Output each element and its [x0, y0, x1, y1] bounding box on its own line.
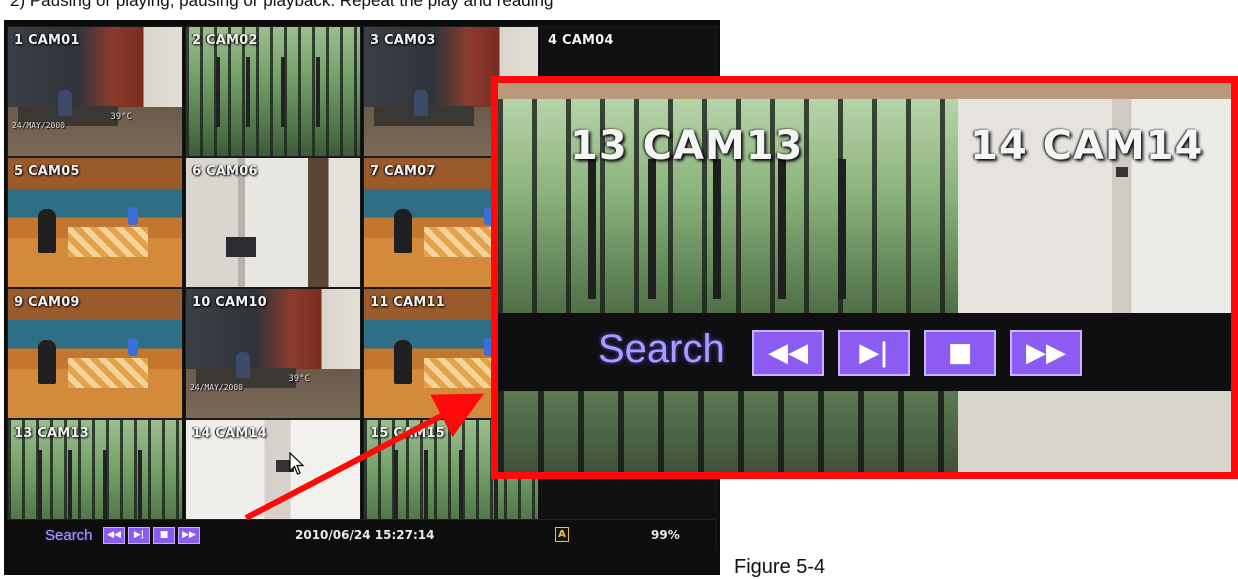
camera-label: 14 CAM14 [192, 426, 267, 441]
camera-date-stamp: 24/MAY/2000 [12, 121, 65, 130]
camera-label: 4 CAM04 [548, 33, 614, 48]
camera-tile[interactable]: 10 CAM10 39°C 24/MAY/2000 [185, 288, 361, 419]
camera-temperature: 39°C [110, 112, 132, 122]
zoom-camera-row: 13 CAM13 14 CAM14 [498, 83, 1231, 313]
camera-tile[interactable]: 5 CAM05 [7, 157, 183, 288]
zoom-search-label: Search [598, 327, 725, 371]
zoom-callout: 13 CAM13 14 CAM14 Search ◀◀ ▶| ■ ▶▶ [491, 76, 1238, 479]
camera-label: 2 CAM02 [192, 33, 258, 48]
datetime-display: 2010/06/24 15:27:14 [295, 528, 435, 542]
stop-button[interactable]: ■ [153, 527, 175, 544]
camera-label: 9 CAM09 [14, 295, 80, 310]
fast-forward-button[interactable]: ▶▶ [178, 527, 200, 544]
zoom-rewind-button[interactable]: ◀◀ [752, 330, 824, 376]
camera-tile[interactable]: 6 CAM06 [185, 157, 361, 288]
camera-label: 5 CAM05 [14, 164, 80, 179]
step-forward-button[interactable]: ▶| [128, 527, 150, 544]
zoom-cam13-label: 13 CAM13 [570, 123, 804, 169]
camera-label: 13 CAM13 [14, 426, 89, 441]
camera-label: 3 CAM03 [370, 33, 436, 48]
status-bar: Search ◀◀ ▶| ■ ▶▶ 2010/06/24 15:27:14 A … [7, 519, 715, 552]
camera-tile[interactable]: 1 CAM01 39°C 24/MAY/2000 [7, 26, 183, 157]
mouse-cursor-icon [289, 452, 305, 475]
camera-tile[interactable]: 9 CAM09 [7, 288, 183, 419]
rewind-button[interactable]: ◀◀ [103, 527, 125, 544]
camera-label: 11 CAM11 [370, 295, 445, 310]
zoom-stop-button[interactable]: ■ [924, 330, 996, 376]
camera-label: 6 CAM06 [192, 164, 258, 179]
search-label: Search [45, 527, 93, 544]
zoom-lower-view [498, 391, 1231, 472]
storage-percentage: 99% [651, 528, 680, 542]
header-text: 2) Pausing or playing; pausing or playba… [10, 0, 554, 10]
camera-temperature: 39°C [288, 374, 310, 384]
zoom-cam14-label: 14 CAM14 [970, 123, 1204, 169]
zoom-fast-forward-button[interactable]: ▶▶ [1010, 330, 1082, 376]
camera-label: 10 CAM10 [192, 295, 267, 310]
camera-label: 1 CAM01 [14, 33, 80, 48]
camera-tile[interactable]: 2 CAM02 [185, 26, 361, 157]
camera-date-stamp: 24/MAY/2000 [190, 383, 243, 392]
zoom-search-bar: Search ◀◀ ▶| ■ ▶▶ [498, 313, 1231, 391]
mode-badge: A [555, 527, 569, 542]
camera-label: 15 CAM15 [370, 426, 445, 441]
zoom-step-forward-button[interactable]: ▶| [838, 330, 910, 376]
camera-label: 7 CAM07 [370, 164, 436, 179]
figure-caption: Figure 5-4 [734, 556, 826, 578]
